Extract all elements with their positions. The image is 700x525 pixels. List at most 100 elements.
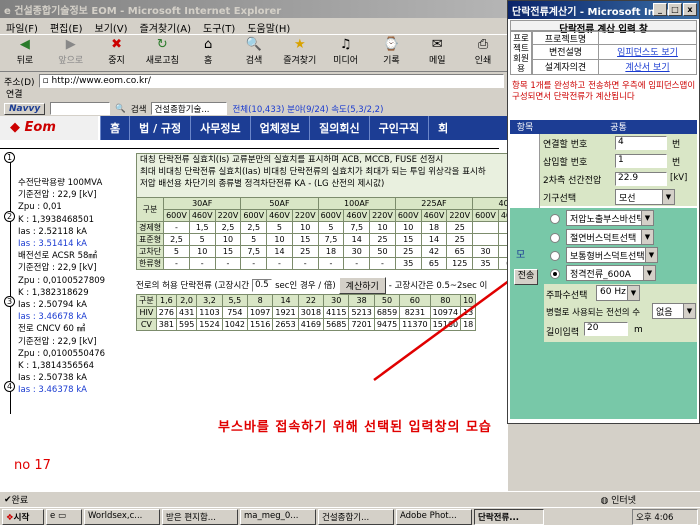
address-input[interactable]: ▫ http://www.eom.co.kr/ (38, 74, 504, 88)
diagram-line: 기준전압 : 22,9 [kV] (18, 336, 97, 347)
task-4[interactable]: 건설종합기... (318, 509, 394, 525)
popup-titlebar[interactable]: 단락전류계산기 - Microsoft Intern... _ □ x (508, 1, 699, 19)
breaker-cell: 2,5 (240, 221, 268, 234)
diagram-line: Ias : 3.51414 kA (18, 239, 88, 250)
breaker-cell: 7,5 (343, 221, 371, 234)
option-radio-3[interactable] (550, 251, 560, 261)
favorites-button[interactable]: ★ 즐겨찾기 (279, 37, 321, 71)
breaker-cell: 한류형 (136, 257, 165, 270)
internet-zone: ◍ 인터넷 (600, 496, 636, 506)
ie-quicklaunch-icon[interactable]: e (50, 511, 55, 521)
allowable-cell: 431 (176, 306, 198, 319)
allowable-cell: 381 (155, 318, 178, 331)
substation-row: 변전설명 임피던스도 보기 (532, 45, 697, 60)
print-button[interactable]: ⎙ 인쇄 (462, 37, 504, 71)
breaker-cell: 7,5 (240, 245, 268, 258)
impedance-link[interactable]: 임피던스도 보기 (599, 45, 696, 59)
report-link[interactable]: 계산서 보기 (599, 60, 696, 74)
start-button[interactable]: ❖시작 (2, 509, 44, 525)
insert-number-input[interactable]: 1 (615, 154, 667, 168)
voltage-input[interactable]: 22.9 (615, 172, 667, 186)
allowable-cell: 1097 (247, 306, 274, 319)
allowable-cell: 4115 (323, 306, 350, 319)
refresh-button[interactable]: ↻ 새로고침 (141, 37, 183, 71)
menu-file[interactable]: 파일(F) (6, 20, 38, 35)
links-bar: 연결 (0, 90, 508, 101)
home-button[interactable]: ⌂ 홈 (187, 37, 229, 71)
breaker-cell: 10 (394, 221, 422, 234)
nav-jobs[interactable]: 구인구직 (368, 116, 428, 140)
option-select-4[interactable]: 정격전류_600A ▼ (566, 265, 656, 281)
site-navbar: ◆ Eom 홈 법 / 규정 사무정보 업체정보 질의회신 구인구직 회 (0, 116, 508, 140)
history-button[interactable]: ⌚ 기록 (371, 37, 413, 71)
allowable-cell: 2,0 (176, 294, 198, 307)
breaker-volt-header: 600V (240, 209, 268, 222)
links-label[interactable]: 연결 (6, 90, 23, 100)
option-select-2[interactable]: 절연버스덕트선택 ▼ (566, 229, 654, 245)
stop-button[interactable]: ✖ 중지 (96, 37, 138, 71)
task-1[interactable]: Worldsex,c... (84, 509, 160, 525)
send-button[interactable]: 전송 (514, 269, 538, 285)
option-select-1[interactable]: 저압노출부스바선택 ▼ (566, 210, 654, 226)
desktop-icon[interactable]: ▭ (58, 511, 66, 521)
breaker-cell: 14 (266, 245, 293, 258)
connect-unit: 번 (672, 140, 681, 150)
search-button[interactable]: 🔍 검색 (233, 37, 275, 71)
menu-favorites[interactable]: 즐겨찾기(A) (140, 20, 191, 35)
navvy-query-input[interactable] (50, 102, 111, 115)
menu-help[interactable]: 도움말(H) (247, 20, 290, 35)
navvy-button[interactable]: Navvy (4, 102, 46, 115)
status-page-icon: ✔ (4, 494, 12, 505)
allowable-cell: 595 (176, 318, 198, 331)
figure-number: no 17 (14, 458, 51, 473)
nav-qa[interactable]: 질의회신 (309, 116, 368, 140)
menu-tools[interactable]: 도구(T) (203, 20, 235, 35)
option-radio-1[interactable] (550, 214, 560, 224)
maximize-icon[interactable]: □ (668, 3, 682, 16)
minimize-icon[interactable]: _ (653, 3, 667, 16)
address-bar: 주소(D) ▫ http://www.eom.co.kr/ (0, 73, 508, 89)
breaker-cell: 18 (317, 245, 345, 258)
task-2[interactable]: 받은 편지함... (162, 509, 238, 525)
menu-view[interactable]: 보기(V) (95, 20, 128, 35)
allowable-cell: CV (136, 318, 157, 331)
breaker-cell: - (214, 257, 242, 270)
option-select-3[interactable]: 보통형버스덕트선택 ▼ (566, 247, 658, 263)
task-3[interactable]: ma_meg_0... (240, 509, 316, 525)
diagram-line: Zpu : 0,0100550476 (18, 348, 106, 359)
navvy-search-stats: 전체(10,433) 분야(9/24) 속도(5,3/2,2) (232, 104, 384, 115)
project-value[interactable] (599, 32, 696, 44)
navvy-search-input[interactable]: 건설종합기술... (151, 102, 228, 115)
nav-office[interactable]: 사무정보 (190, 116, 249, 140)
menu-edit[interactable]: 편집(E) (50, 20, 83, 35)
browser-titlebar[interactable]: e 건설종합기술정보 EOM - Microsoft Internet Expl… (0, 0, 508, 18)
mail-button[interactable]: ✉ 메일 (416, 37, 458, 71)
voltage-unit: [kV] (670, 173, 688, 183)
breaker-col-header: 50AF (240, 197, 319, 210)
nav-more[interactable]: 회 (428, 116, 457, 140)
connect-number-input[interactable]: 4 (615, 136, 667, 150)
task-5[interactable]: Adobe Phot... (396, 509, 472, 525)
parallel-select[interactable]: 없음 ▼ (652, 303, 696, 319)
nav-law[interactable]: 법 / 규정 (129, 116, 190, 140)
option-radio-4[interactable] (550, 269, 560, 279)
close-icon[interactable]: x (683, 3, 697, 16)
length-input[interactable]: 20 (584, 322, 628, 336)
fault-time-input[interactable]: 0.5 (252, 278, 273, 292)
browser-toolbar: ◀ 뒤로 ▶ 앞으로 ✖ 중지 ↻ 새로고침 ⌂ 홈 🔍 검색 ★ 즐겨찾기 ♫ 미디어 ⌚ 기록… (0, 34, 508, 72)
task-6-active[interactable]: 단락전류... (474, 509, 544, 525)
option-radio-2[interactable] (550, 233, 560, 243)
navvy-search-label[interactable]: 검색 (131, 103, 147, 115)
nav-home[interactable]: 홈 (100, 116, 129, 140)
forward-button[interactable]: ▶ 앞으로 (50, 37, 92, 71)
nav-company[interactable]: 업체정보 (249, 116, 309, 140)
media-button[interactable]: ♫ 미디어 (325, 37, 367, 71)
diagram-line: K : 1,3938468501 (18, 214, 95, 225)
back-arrow-icon: ◀ (19, 37, 30, 52)
site-logo[interactable]: ◆ Eom (0, 116, 100, 140)
back-button[interactable]: ◀ 뒤로 (4, 37, 46, 71)
device-select[interactable]: 모선 ▼ (615, 189, 675, 205)
freq-select[interactable]: 60 Hz ▼ (596, 285, 640, 301)
refresh-icon: ↻ (156, 37, 168, 52)
breaker-cell: - (240, 257, 268, 270)
